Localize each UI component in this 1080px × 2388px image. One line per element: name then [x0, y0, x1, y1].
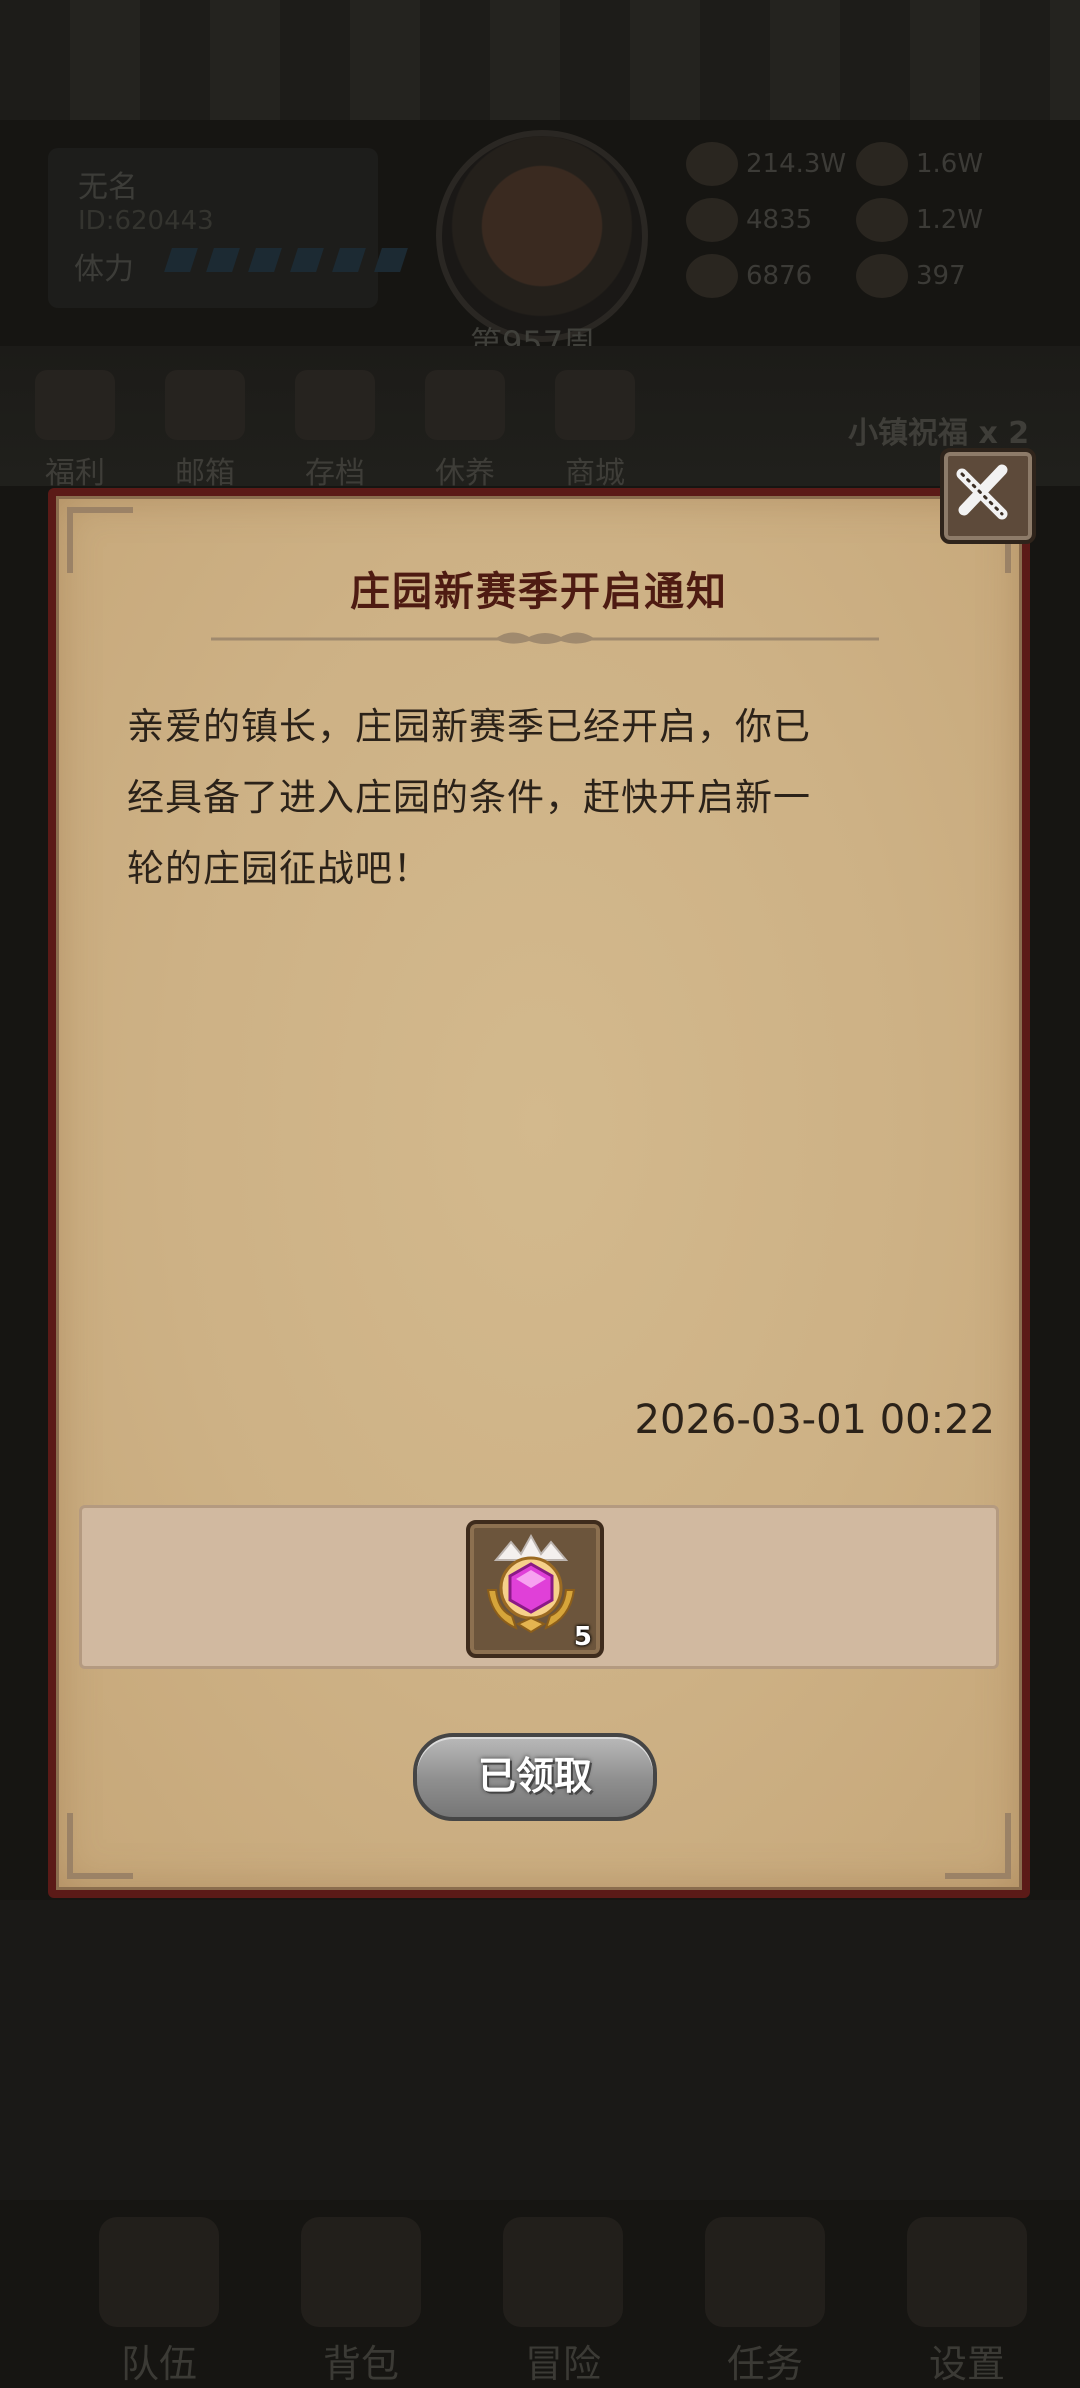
menu-label: 邮箱 [175, 456, 235, 491]
quick-menu: 福利 邮箱 存档 休养 商城 [30, 370, 640, 492]
menu-mailbox[interactable]: 邮箱 [160, 370, 250, 492]
title-divider [211, 632, 879, 644]
dialog-paper: 庄园新赛季开启通知 亲爱的镇长，庄园新赛季已经开启，你已 经具备了进入庄园的条件… [56, 496, 1022, 1890]
stamina-icon [206, 248, 240, 272]
quest-icon [705, 2217, 825, 2327]
stone-resource: 4835 [686, 198, 812, 242]
swords-icon [503, 2217, 623, 2327]
reward-item[interactable]: 5 [466, 1520, 604, 1658]
meat-value: 1.2W [916, 205, 984, 235]
mail-message: 亲爱的镇长，庄园新赛季已经开启，你已 经具备了进入庄园的条件，赶快开启新一 轮的… [127, 691, 927, 904]
nav-label: 队伍 [120, 2342, 197, 2386]
nav-label: 背包 [322, 2342, 399, 2386]
menu-label: 休养 [435, 456, 495, 491]
nav-settings[interactable]: 设置 [892, 2197, 1042, 2387]
bottom-nav: 队伍 背包 冒险 任务 设置 [84, 2197, 1044, 2387]
reward-area: 5 [79, 1505, 999, 1669]
close-button[interactable] [940, 448, 1036, 544]
iron-icon [686, 254, 738, 298]
crystal-resource: 397 [856, 254, 966, 298]
meat-icon [856, 198, 908, 242]
stamina-icon [374, 248, 408, 272]
player-name: 无名 [78, 170, 138, 205]
town-blessing-badge: 小镇祝福 x 2 [848, 416, 1030, 451]
gold-icon [686, 142, 738, 186]
mail-timestamp: 2026-03-01 00:22 [634, 1397, 995, 1443]
message-line: 轮的庄园征战吧！ [127, 847, 431, 890]
wood-icon [856, 142, 908, 186]
nav-label: 任务 [726, 2342, 803, 2386]
wood-value: 1.6W [916, 149, 984, 179]
crystal-icon [856, 254, 908, 298]
crystal-value: 397 [916, 261, 966, 291]
gift-icon [35, 370, 115, 440]
gold-value: 214.3W [746, 149, 847, 179]
menu-welfare[interactable]: 福利 [30, 370, 120, 492]
iron-value: 6876 [746, 261, 813, 291]
stamina-icon [248, 248, 282, 272]
save-icon [295, 370, 375, 440]
nav-label: 冒险 [524, 2342, 601, 2386]
iron-resource: 6876 [686, 254, 812, 298]
meat-resource: 1.2W [856, 198, 983, 242]
nav-label: 设置 [928, 2342, 1005, 2386]
nav-adventure[interactable]: 冒险 [488, 2197, 638, 2387]
background-scene [0, 1900, 1080, 2200]
bed-icon [425, 370, 505, 440]
top-banner [0, 0, 1080, 120]
menu-save[interactable]: 存档 [290, 370, 380, 492]
menu-label: 存档 [305, 456, 365, 491]
claimed-button[interactable]: 已领取 [413, 1733, 657, 1821]
mail-dialog: 庄园新赛季开启通知 亲爱的镇长，庄园新赛季已经开启，你已 经具备了进入庄园的条件… [48, 488, 1030, 1898]
menu-rest[interactable]: 休养 [420, 370, 510, 492]
nav-backpack[interactable]: 背包 [286, 2197, 436, 2387]
stamina-label: 体力 [74, 252, 134, 287]
reward-count: 5 [573, 1622, 592, 1652]
stone-value: 4835 [746, 205, 813, 235]
stamina-bar [164, 248, 408, 272]
backpack-icon [301, 2217, 421, 2327]
team-icon [99, 2217, 219, 2327]
menu-label: 福利 [45, 456, 105, 491]
close-icon [956, 464, 1008, 520]
avatar [436, 130, 648, 342]
corner-ornament [67, 1813, 133, 1879]
wood-resource: 1.6W [856, 142, 983, 186]
nav-team[interactable]: 队伍 [84, 2197, 234, 2387]
stamina-icon [164, 248, 198, 272]
menu-label: 商城 [565, 456, 625, 491]
message-line: 亲爱的镇长，庄园新赛季已经开启，你已 [127, 705, 811, 748]
dialog-title: 庄园新赛季开启通知 [350, 569, 728, 615]
stone-icon [686, 198, 738, 242]
nav-tasks[interactable]: 任务 [690, 2197, 840, 2387]
stamina-icon [290, 248, 324, 272]
message-line: 经具备了进入庄园的条件，赶快开启新一 [127, 776, 811, 819]
mail-icon [165, 370, 245, 440]
gold-resource: 214.3W [686, 142, 846, 186]
corner-ornament [945, 1813, 1011, 1879]
player-id: ID:620443 [78, 206, 214, 236]
shop-icon [555, 370, 635, 440]
menu-shop[interactable]: 商城 [550, 370, 640, 492]
player-info-panel: 无名 ID:620443 体力 [48, 148, 408, 308]
stamina-icon [332, 248, 366, 272]
gear-icon [907, 2217, 1027, 2327]
